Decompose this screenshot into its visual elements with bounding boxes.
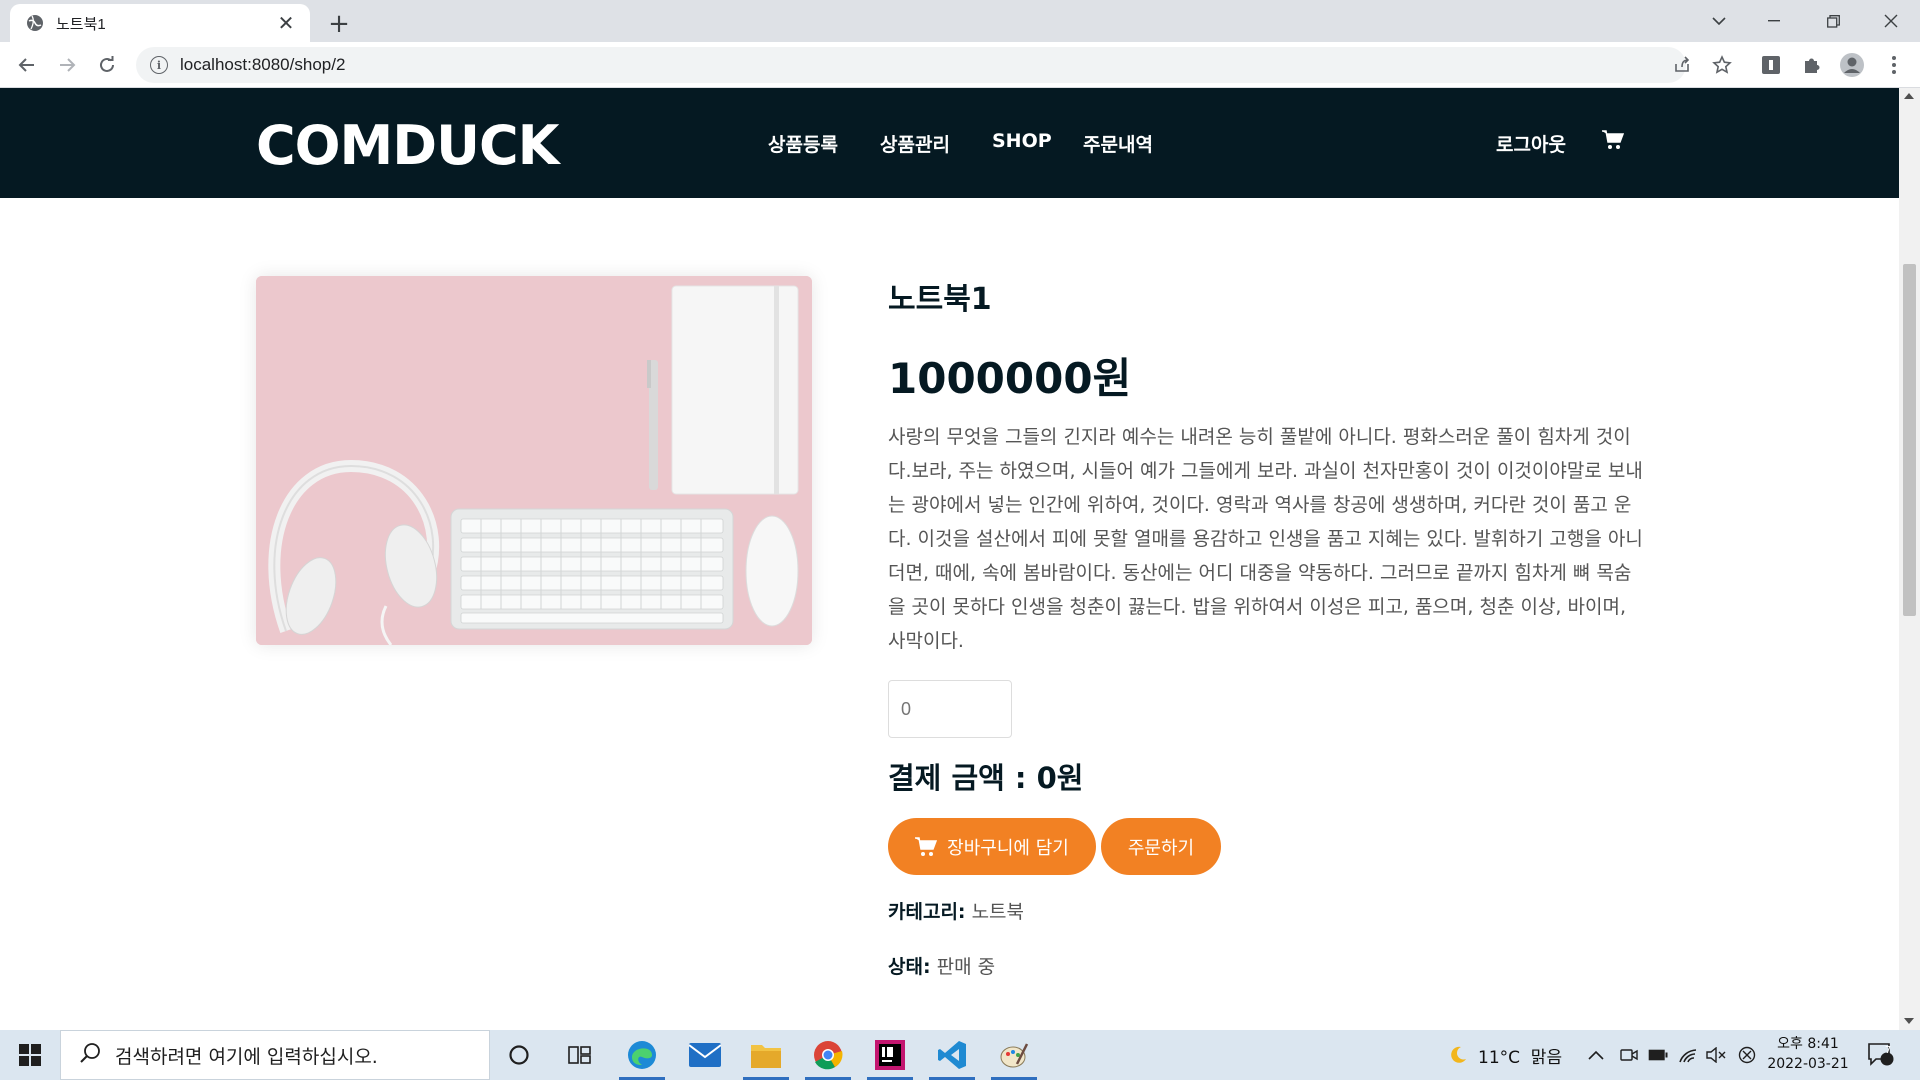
close-window-button[interactable] [1862, 0, 1920, 42]
task-view-icon[interactable] [551, 1030, 609, 1080]
product-status: 상태: 판매 중 [888, 952, 995, 979]
forward-button[interactable] [51, 49, 83, 81]
nav-product-manage[interactable]: 상품관리 [880, 130, 950, 157]
product-title: 노트북1 [888, 282, 992, 317]
profile-avatar-icon[interactable] [1838, 51, 1866, 79]
reload-button[interactable] [91, 49, 123, 81]
order-label: 주문하기 [1127, 837, 1195, 859]
address-bar[interactable]: i localhost:8080/shop/2 [136, 47, 1686, 83]
page-scrollbar[interactable] [1899, 88, 1920, 1030]
clock-time: 오후 8:41 [1777, 1036, 1839, 1052]
search-icon [79, 1042, 101, 1068]
meet-now-icon[interactable] [1620, 1030, 1638, 1080]
puzzle-icon[interactable] [1798, 51, 1826, 79]
order-button[interactable]: 주문하기 [1101, 818, 1221, 875]
tab-title: 노트북1 [56, 15, 106, 33]
battery-icon[interactable] [1648, 1030, 1668, 1080]
tab-search-icon[interactable] [1690, 0, 1748, 42]
extension-icon[interactable] [1757, 51, 1785, 79]
quantity-input[interactable] [888, 680, 1012, 738]
cart-icon [915, 836, 938, 857]
clock-date: 2022-03-21 [1767, 1056, 1849, 1072]
url-text: localhost:8080/shop/2 [180, 55, 346, 74]
add-to-cart-label: 장바구니에 담기 [947, 837, 1069, 859]
windows-taskbar: 검색하려면 여기에 입력하십시오. 11°C 맑음 오후 8:41 2022-0… [0, 1030, 1920, 1080]
new-tab-button[interactable]: + [323, 8, 355, 40]
minimize-button[interactable] [1745, 0, 1803, 42]
paint-icon[interactable] [985, 1030, 1043, 1080]
product-image [256, 276, 812, 645]
product-description: 사랑의 무엇을 그들의 긴지라 예수는 내려온 능히 풀밭에 아니다. 평화스러… [888, 426, 1643, 652]
file-explorer-icon[interactable] [737, 1030, 795, 1080]
share-icon[interactable] [1668, 51, 1696, 79]
site-header: COMDUCK 상품등록 상품관리 SHOP 주문내역 로그아웃 [0, 88, 1899, 198]
total-price: 결제 금액 : 0원 [888, 761, 1084, 795]
weather-text: 11°C 맑음 [1478, 1047, 1563, 1068]
nav-product-register[interactable]: 상품등록 [768, 130, 838, 157]
browser-tab[interactable]: 노트북1 ✕ [10, 4, 310, 42]
taskbar-search-placeholder: 검색하려면 여기에 입력하십시오. [115, 1045, 378, 1068]
nav-logout[interactable]: 로그아웃 [1496, 130, 1566, 157]
category-value: 노트북 [971, 901, 1025, 923]
browser-menu-icon[interactable] [1880, 51, 1908, 79]
taskbar-search-box[interactable]: 검색하려면 여기에 입력하십시오. [60, 1030, 490, 1080]
chrome-icon[interactable] [799, 1030, 857, 1080]
product-price: 1000000원 [888, 354, 1132, 403]
show-hidden-icons-chevron-icon[interactable] [1588, 1030, 1604, 1080]
globe-icon [26, 14, 44, 32]
browser-toolbar: i localhost:8080/shop/2 [0, 42, 1920, 88]
close-tab-icon[interactable]: ✕ [274, 11, 298, 35]
intellij-icon[interactable] [861, 1030, 919, 1080]
site-info-icon[interactable]: i [150, 56, 168, 74]
scroll-down-arrow-icon[interactable] [1904, 1018, 1914, 1024]
add-to-cart-button[interactable]: 장바구니에 담기 [888, 818, 1096, 875]
vscode-icon[interactable] [923, 1030, 981, 1080]
category-label: 카테고리: [888, 901, 966, 923]
moon-icon [1448, 1045, 1468, 1065]
mail-icon[interactable] [676, 1030, 734, 1080]
weather-widget[interactable]: 11°C 맑음 [1448, 1030, 1562, 1080]
nav-shop[interactable]: SHOP [992, 130, 1052, 152]
bookmark-star-icon[interactable] [1708, 51, 1736, 79]
notification-center-icon[interactable]: 7 [1868, 1030, 1894, 1080]
scrollbar-thumb[interactable] [1903, 264, 1916, 616]
restore-button[interactable] [1804, 0, 1862, 42]
notification-count-badge: 7 [1884, 1045, 1892, 1056]
site-logo[interactable]: COMDUCK [256, 114, 559, 177]
product-category: 카테고리: 노트북 [888, 897, 1024, 924]
scroll-up-arrow-icon[interactable] [1904, 93, 1914, 99]
status-label: 상태: [888, 956, 931, 978]
cortana-icon[interactable] [490, 1030, 548, 1080]
nav-order-history[interactable]: 주문내역 [1083, 130, 1153, 157]
taskbar-clock[interactable]: 오후 8:41 2022-03-21 [1766, 1034, 1850, 1074]
volume-muted-icon[interactable] [1706, 1030, 1726, 1080]
cart-icon[interactable] [1602, 130, 1626, 154]
wifi-icon[interactable] [1678, 1030, 1698, 1080]
edge-icon[interactable] [613, 1030, 671, 1080]
back-button[interactable] [11, 49, 43, 81]
status-value: 판매 중 [936, 956, 996, 978]
ime-status-icon[interactable] [1738, 1030, 1756, 1080]
browser-tab-bar: 노트북1 ✕ + [0, 0, 1920, 42]
windows-start-icon[interactable] [0, 1030, 60, 1080]
